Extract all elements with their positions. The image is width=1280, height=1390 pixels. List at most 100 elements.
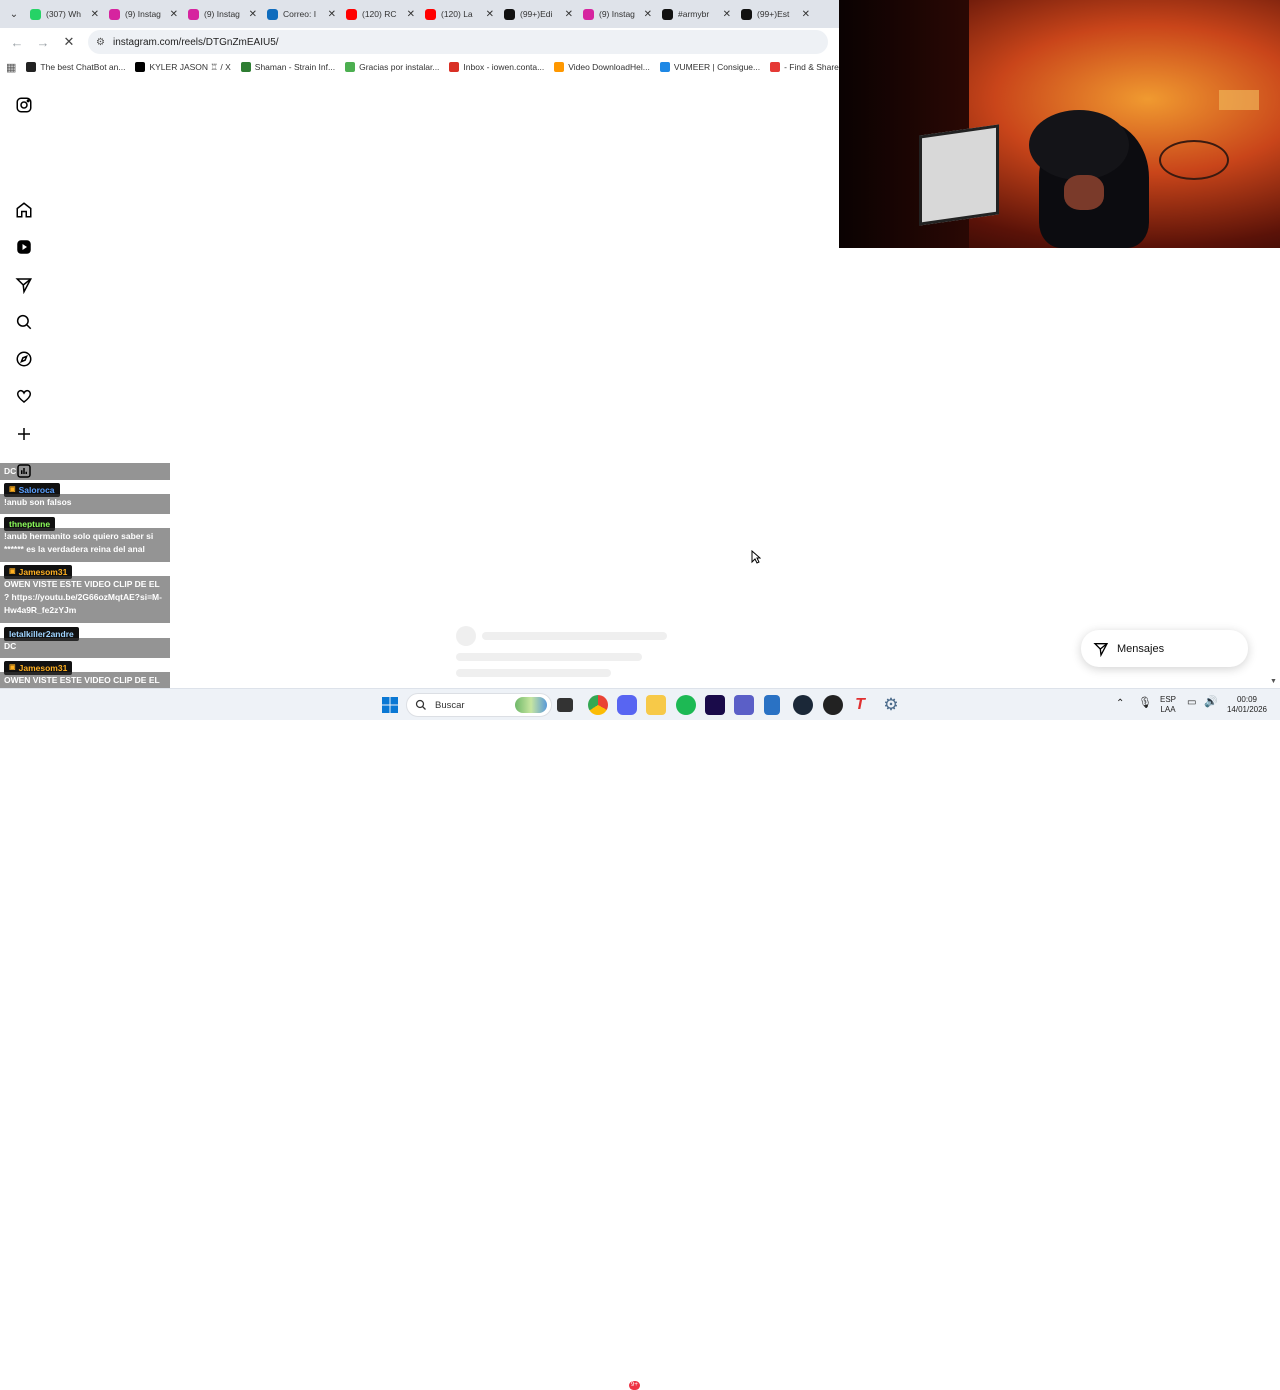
- tab-close-icon[interactable]: ✕: [644, 9, 652, 20]
- home-icon[interactable]: [14, 200, 34, 220]
- windows-start-icon[interactable]: [380, 695, 400, 715]
- volume-icon[interactable]: 🔊: [1204, 697, 1218, 708]
- address-bar[interactable]: ⚙ instagram.com/reels/DTGnZmEAIU5/: [88, 30, 828, 54]
- text-tool-icon[interactable]: T: [850, 695, 870, 715]
- bookmark-label: Video DownloadHel...: [568, 62, 650, 72]
- bookmark-label: KYLER JASON ♖ / X: [149, 61, 231, 72]
- explore-icon[interactable]: [14, 349, 34, 369]
- spotify-icon[interactable]: [676, 695, 696, 715]
- microphone-icon[interactable]: 🎙: [1138, 698, 1152, 709]
- browser-tab[interactable]: #armybr ✕: [656, 0, 735, 28]
- tab-close-icon[interactable]: ✕: [723, 9, 731, 20]
- notepad-icon[interactable]: [764, 695, 780, 715]
- browser-tab[interactable]: (9) Instag ✕: [577, 0, 656, 28]
- bookmark-item[interactable]: The best ChatBot an...: [26, 62, 125, 72]
- network-icon[interactable]: ▭: [1187, 698, 1196, 708]
- mouse-cursor-icon: [751, 549, 762, 569]
- messages-label: Mensajes: [1117, 642, 1165, 655]
- instagram-logo-icon[interactable]: [14, 95, 34, 115]
- tab-close-icon[interactable]: ✕: [170, 9, 178, 20]
- browser-tab[interactable]: (99+)Edi ✕: [498, 0, 577, 28]
- bookmark-item[interactable]: - Find & Share on G...: [770, 62, 840, 72]
- skeleton-line: [456, 669, 611, 677]
- tab-close-icon[interactable]: ✕: [328, 9, 336, 20]
- stats-icon[interactable]: [14, 461, 34, 481]
- chat-message: !anub son falsos: [0, 494, 170, 514]
- tab-title: (9) Instag: [125, 9, 161, 19]
- browser-tab[interactable]: (99+)Est ✕: [735, 0, 814, 28]
- browser-tab[interactable]: (9) Instag ✕: [182, 0, 261, 28]
- taskbar-search-box[interactable]: Buscar: [406, 693, 552, 717]
- tab-favicon-icon: [109, 8, 120, 20]
- messages-floating-button[interactable]: Mensajes: [1081, 630, 1248, 667]
- tab-close-icon[interactable]: ✕: [565, 9, 573, 20]
- address-toolbar: ← → ✕ ⚙ instagram.com/reels/DTGnZmEAIU5/: [0, 28, 840, 56]
- tab-favicon-icon: [30, 8, 41, 20]
- bookmark-label: Gracias por instalar...: [359, 62, 440, 72]
- tab-title: Correo: I: [283, 9, 317, 19]
- bookmark-favicon-icon: [554, 62, 565, 72]
- stream-chat-overlay: DC ▣ Saloroca !anub son falsos thneptune …: [0, 461, 170, 712]
- bookmark-favicon-icon: [345, 62, 356, 72]
- tab-title: (307) Wh: [46, 9, 81, 19]
- bookmark-item[interactable]: Inbox - iowen.conta...: [449, 62, 544, 72]
- site-settings-icon[interactable]: ⚙: [96, 37, 105, 48]
- apps-grid-icon[interactable]: ▦: [6, 61, 16, 74]
- messages-icon[interactable]: [14, 275, 34, 295]
- tab-close-icon[interactable]: ✕: [91, 9, 99, 20]
- tab-close-icon[interactable]: ✕: [486, 9, 494, 20]
- tab-title: (99+)Edi: [520, 9, 553, 19]
- notifications-heart-icon[interactable]: [14, 386, 34, 406]
- bookmark-item[interactable]: KYLER JASON ♖ / X: [135, 61, 231, 73]
- discord-badge: 9+: [629, 1381, 640, 1390]
- back-button[interactable]: ←: [6, 31, 28, 53]
- tab-search-chevron-icon[interactable]: ⌄: [4, 4, 24, 24]
- language-indicator[interactable]: ESP LAA: [1158, 695, 1178, 715]
- bookmark-item[interactable]: Gracias por instalar...: [345, 62, 439, 72]
- stop-loading-button[interactable]: ✕: [58, 31, 80, 53]
- browser-tab[interactable]: (307) Wh ✕: [24, 0, 103, 28]
- tab-close-icon[interactable]: ✕: [407, 9, 415, 20]
- bookmark-item[interactable]: Video DownloadHel...: [554, 62, 650, 72]
- show-hidden-icons-chevron[interactable]: ⌃: [1116, 699, 1124, 709]
- settings-gear-icon[interactable]: ⚙: [881, 695, 901, 715]
- bookmark-item[interactable]: Shaman - Strain Inf...: [240, 62, 336, 72]
- browser-tab[interactable]: (120) RC ✕: [340, 0, 419, 28]
- bookmark-item[interactable]: VUMEER | Consigue...: [659, 62, 761, 72]
- clock[interactable]: 00:09 14/01/2026: [1222, 695, 1272, 715]
- tab-close-icon[interactable]: ✕: [249, 9, 257, 20]
- task-view-icon[interactable]: [557, 698, 573, 712]
- tab-title: (9) Instag: [599, 9, 635, 19]
- bookmark-label: Shaman - Strain Inf...: [254, 62, 336, 72]
- tab-favicon-icon: [741, 8, 752, 20]
- scroll-down-arrow-icon[interactable]: ▼: [1270, 678, 1277, 685]
- reels-icon[interactable]: [14, 237, 34, 257]
- discord-icon[interactable]: [617, 695, 637, 715]
- bookmark-label: The best ChatBot an...: [40, 62, 126, 72]
- webcam-overlay: [839, 0, 1280, 248]
- tab-favicon-icon: [583, 8, 594, 20]
- create-plus-icon[interactable]: [14, 424, 34, 444]
- bookmarks-bar: ▦ The best ChatBot an... KYLER JASON ♖ / …: [0, 56, 840, 78]
- file-explorer-icon[interactable]: [646, 695, 666, 715]
- tab-close-icon[interactable]: ✕: [802, 9, 810, 20]
- tab-title: (99+)Est: [757, 9, 790, 19]
- premiere-pro-icon[interactable]: [705, 695, 725, 715]
- teams-icon[interactable]: [734, 695, 754, 715]
- browser-tab[interactable]: Correo: I ✕: [261, 0, 340, 28]
- search-highlight-image: [515, 697, 547, 713]
- browser-tab[interactable]: (9) Instag ✕: [103, 0, 182, 28]
- tab-favicon-icon: [662, 8, 673, 20]
- steam-icon[interactable]: [793, 695, 813, 715]
- obs-icon[interactable]: [823, 695, 843, 715]
- chrome-icon[interactable]: [588, 695, 608, 715]
- forward-button[interactable]: →: [32, 31, 54, 53]
- tab-title: (9) Instag: [204, 9, 240, 19]
- chat-message: OWEN VISTE ESTE VIDEO CLIP DE EL ? https…: [0, 576, 170, 623]
- tab-favicon-icon: [267, 8, 278, 20]
- search-icon[interactable]: [14, 312, 34, 332]
- bookmark-favicon-icon: [240, 62, 251, 72]
- bookmark-label: VUMEER | Consigue...: [673, 62, 761, 72]
- messages-send-icon: [1093, 642, 1109, 657]
- browser-tab[interactable]: (120) La ✕: [419, 0, 498, 28]
